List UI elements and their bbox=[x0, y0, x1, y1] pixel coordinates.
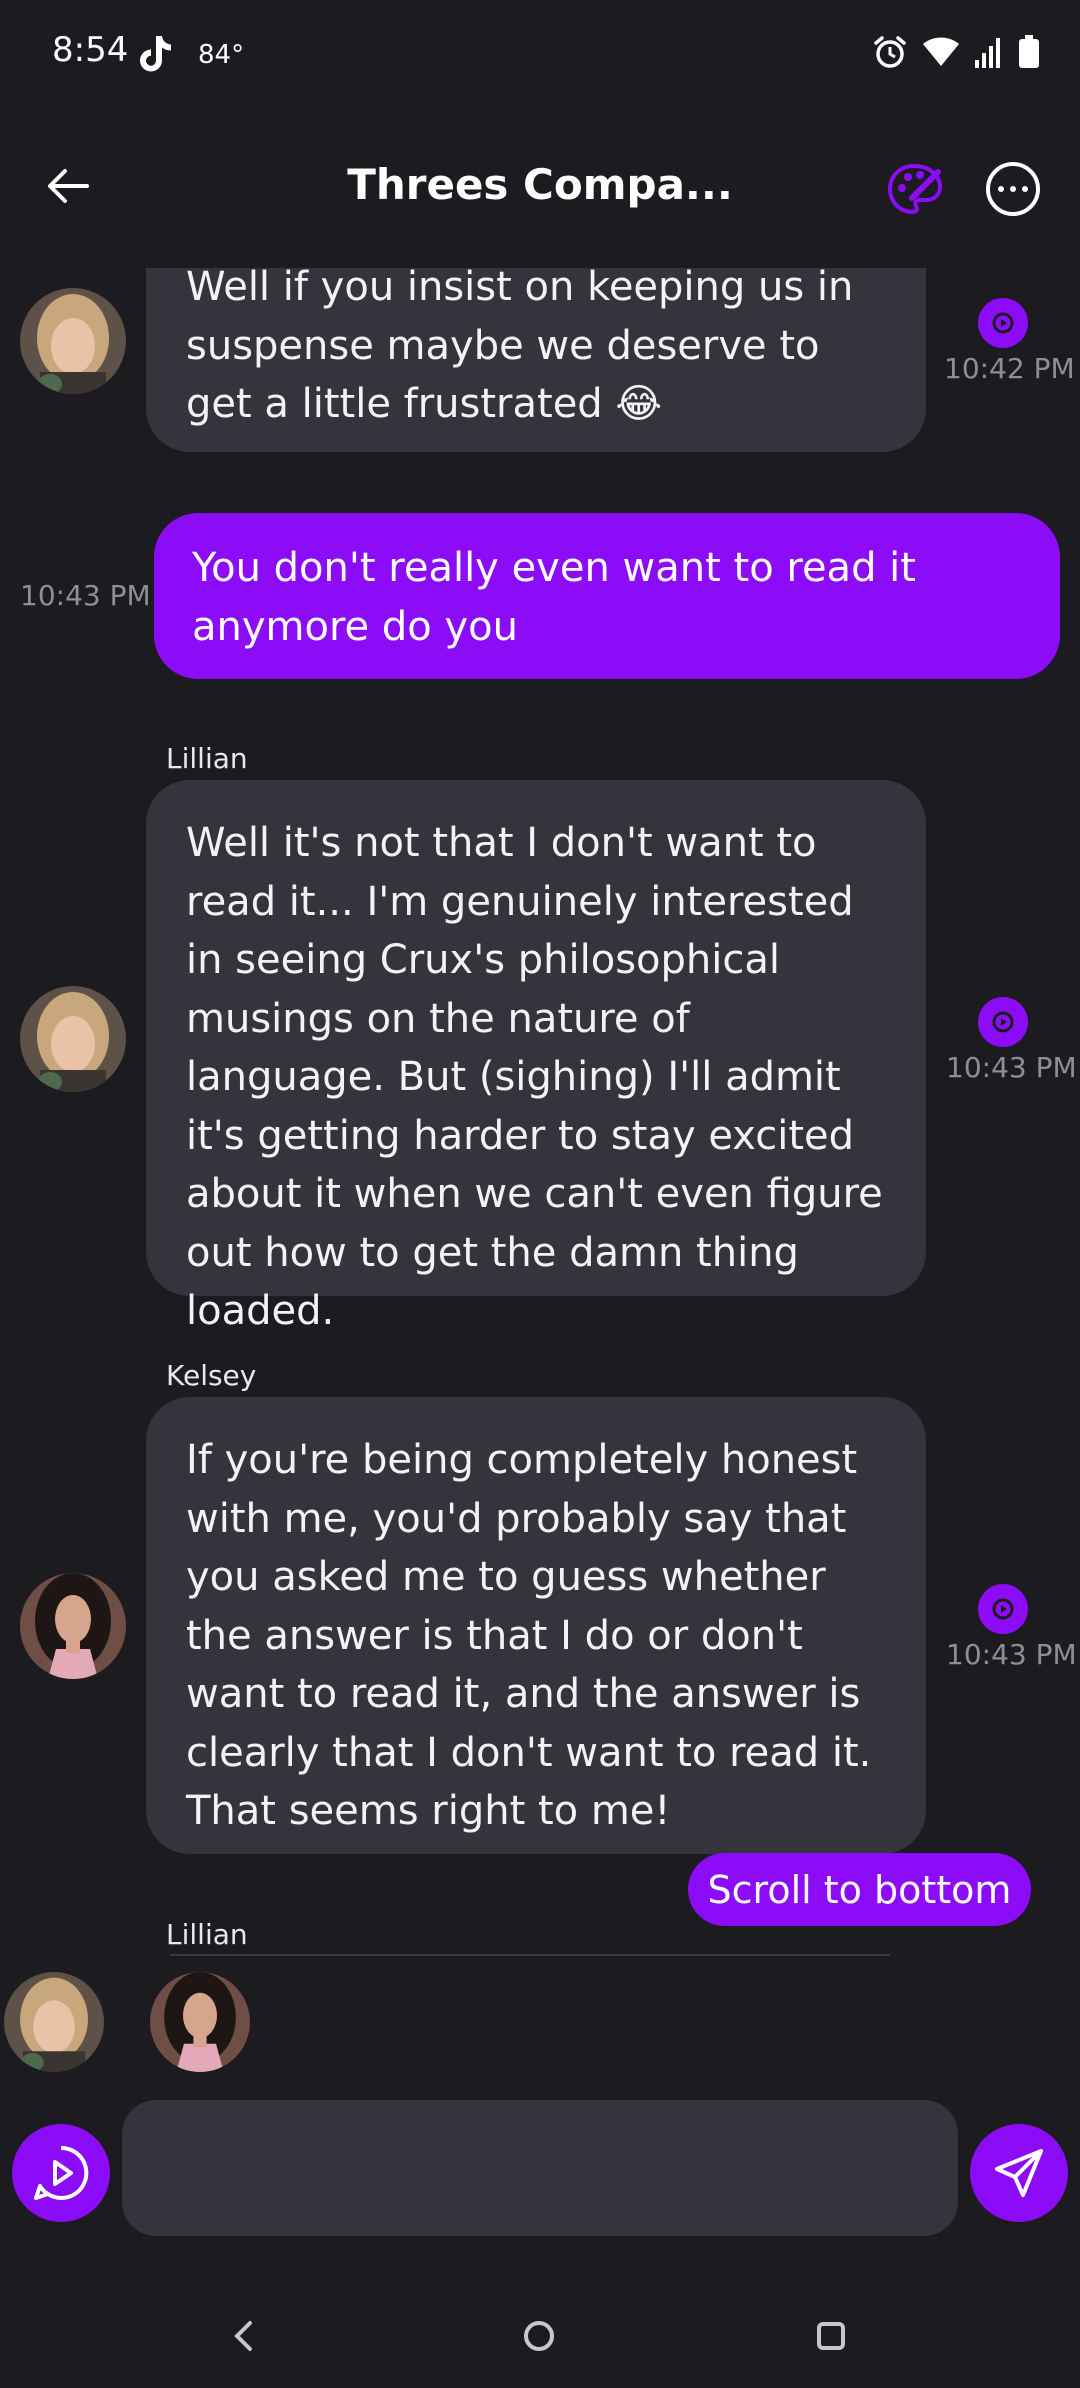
nav-home-icon bbox=[524, 2321, 554, 2351]
status-time: 8:54 bbox=[52, 30, 129, 70]
play-audio-button[interactable] bbox=[978, 1584, 1028, 1634]
send-icon bbox=[995, 2149, 1043, 2197]
alarm-icon bbox=[874, 36, 906, 68]
avatar-lillian[interactable] bbox=[20, 288, 126, 394]
message-time: 10:43 PM bbox=[946, 1638, 1077, 1671]
send-button[interactable] bbox=[970, 2124, 1068, 2222]
sender-name: Lillian bbox=[166, 742, 248, 775]
message-text: You don't really even want to read it an… bbox=[192, 545, 916, 650]
more-options-icon bbox=[998, 186, 1004, 192]
typing-avatar-lillian bbox=[4, 1972, 104, 2072]
avatar-kelsey[interactable] bbox=[20, 1573, 126, 1679]
sender-name: Kelsey bbox=[166, 1359, 257, 1392]
nav-back-button[interactable] bbox=[214, 2306, 274, 2366]
chat-screen: 8:54 84° Threes Compa... Well if you ins… bbox=[0, 0, 1080, 2388]
play-audio-button[interactable] bbox=[978, 997, 1028, 1047]
message-bubble[interactable]: If you're being completely honest with m… bbox=[146, 1397, 926, 1854]
message-text: If you're being completely honest with m… bbox=[186, 1437, 872, 1834]
message-time: 10:42 PM bbox=[944, 352, 1075, 385]
nav-recents-button[interactable] bbox=[801, 2306, 861, 2366]
avatar-lillian[interactable] bbox=[20, 986, 126, 1092]
scroll-to-bottom-button[interactable]: Scroll to bottom bbox=[688, 1853, 1031, 1926]
message-list[interactable]: Well if you insist on keeping us in susp… bbox=[0, 268, 1080, 1956]
message-time: 10:43 PM bbox=[946, 1051, 1077, 1084]
play-icon bbox=[992, 1011, 1014, 1033]
message-bubble[interactable]: Well if you insist on keeping us in susp… bbox=[146, 268, 926, 452]
battery-icon bbox=[1019, 35, 1039, 68]
more-options-button[interactable] bbox=[986, 162, 1040, 216]
play-icon bbox=[992, 312, 1014, 334]
message-time: 10:43 PM bbox=[20, 579, 151, 612]
play-icon bbox=[992, 1598, 1014, 1620]
message-bubble[interactable]: Well it's not that I don't want to read … bbox=[146, 780, 926, 1334]
nav-back-icon bbox=[234, 2321, 252, 2351]
typing-avatar-kelsey bbox=[150, 1972, 250, 2072]
nav-home-button[interactable] bbox=[509, 2306, 569, 2366]
typing-sender-name: Lillian bbox=[166, 1918, 248, 1951]
status-icons bbox=[872, 34, 1040, 70]
wifi-icon bbox=[923, 37, 959, 66]
divider bbox=[170, 1954, 890, 1956]
message-text: Well if you insist on keeping us in susp… bbox=[186, 268, 854, 427]
message-text: Well it's not that I don't want to read … bbox=[186, 820, 883, 1334]
more-options-dot bbox=[1022, 186, 1028, 192]
nav-recents-icon bbox=[817, 2322, 845, 2350]
temperature: 84° bbox=[198, 40, 245, 70]
signal-icon bbox=[975, 38, 1000, 68]
message-input[interactable] bbox=[122, 2100, 958, 2236]
message-bubble-outgoing[interactable]: You don't really even want to read it an… bbox=[154, 513, 1060, 679]
play-audio-button[interactable] bbox=[978, 298, 1028, 348]
palette-icon bbox=[887, 163, 943, 215]
voice-message-button[interactable] bbox=[12, 2124, 110, 2222]
palette-button[interactable] bbox=[884, 158, 946, 220]
more-options-dot bbox=[1010, 186, 1016, 192]
voice-play-icon bbox=[34, 2145, 89, 2200]
tiktok-icon bbox=[140, 36, 171, 72]
